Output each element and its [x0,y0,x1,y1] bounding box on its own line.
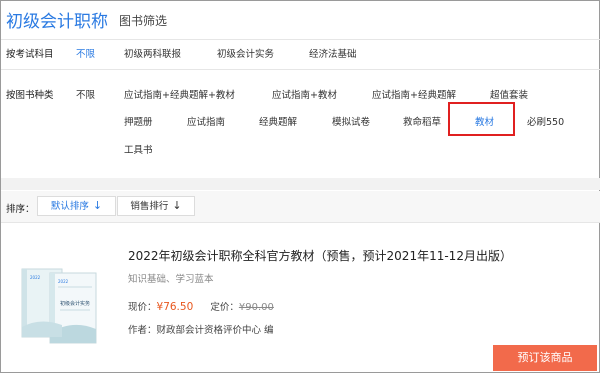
current-price: ¥76.50 [156,301,194,313]
sort-label: 排序： [6,204,35,215]
type-option-must-do-550[interactable]: 必刷550 [527,114,564,128]
svg-text:2022: 2022 [58,279,69,284]
subject-divider [1,69,600,70]
type-option-problems[interactable]: 经典题解 [259,114,297,128]
page-frame: 初级会计职称 图书筛选 按考试科目 不限 初级两科联报 初级会计实务 经济法基础… [0,0,600,373]
product-description: 知识基础、学习蓝本 [128,274,214,285]
type-option-tool-book[interactable]: 工具书 [124,142,153,156]
type-option-predict[interactable]: 押题册 [124,114,153,128]
type-option-guide[interactable]: 应试指南 [187,114,225,128]
list-price-label: 定价： [210,302,239,313]
highlight-box [448,102,515,136]
preorder-button[interactable]: 预订该商品 [493,345,597,371]
subject-option-law[interactable]: 经济法基础 [309,46,357,60]
author-row: 作者：财政部会计资格评价中心 编 [128,318,274,337]
type-option-guide-problems-textbook[interactable]: 应试指南+经典题解+教材 [124,87,235,101]
type-option-guide-problems[interactable]: 应试指南+经典题解 [372,87,456,101]
sort-bar: 排序： 默认排序 ↓ 销售排行 ↓ [1,191,600,223]
book-cover-title: 初级会计实务 [60,300,90,307]
type-option-lifesaver[interactable]: 救命稻草 [403,114,441,128]
author-value: 财政部会计资格评价中心 编 [156,325,274,336]
section-separator [1,178,600,190]
price-label: 现价： [128,302,157,313]
product-title[interactable]: 2022年初级会计职称全科官方教材（预售，预计2021年11-12月出版） [128,247,512,264]
subject-option-all[interactable]: 不限 [76,46,95,60]
sort-default-button[interactable]: 默认排序 ↓ [37,196,116,216]
type-filter-label: 按图书种类 [6,90,54,101]
type-option-guide-textbook[interactable]: 应试指南+教材 [272,87,337,101]
header: 初级会计职称 图书筛选 [1,1,600,39]
subject-option-practice[interactable]: 初级会计实务 [217,46,274,60]
price-row: 现价：¥76.50 定价：¥90.00 [128,295,274,314]
page-subtitle: 图书筛选 [119,14,168,28]
subject-option-both[interactable]: 初级两科联报 [124,46,181,60]
sort-sales-button[interactable]: 销售排行 ↓ [117,196,195,216]
header-divider [1,39,600,40]
svg-text:2022: 2022 [30,275,41,280]
sort-sales-label: 销售排行 [130,201,169,212]
subject-filter-label: 按考试科目 [6,49,54,60]
author-label: 作者： [128,325,157,336]
list-price: ¥90.00 [238,302,274,313]
book-cover-image[interactable]: 2022 2022 初级会计实务 [20,263,100,345]
type-option-mock-exam[interactable]: 模拟试卷 [332,114,370,128]
type-option-all[interactable]: 不限 [76,87,95,101]
arrow-down-icon: ↓ [92,199,103,212]
type-option-value-set[interactable]: 超值套装 [490,87,528,101]
page-title: 初级会计职称 [6,12,108,32]
arrow-down-icon: ↓ [172,199,182,212]
sort-default-label: 默认排序 [50,201,89,212]
